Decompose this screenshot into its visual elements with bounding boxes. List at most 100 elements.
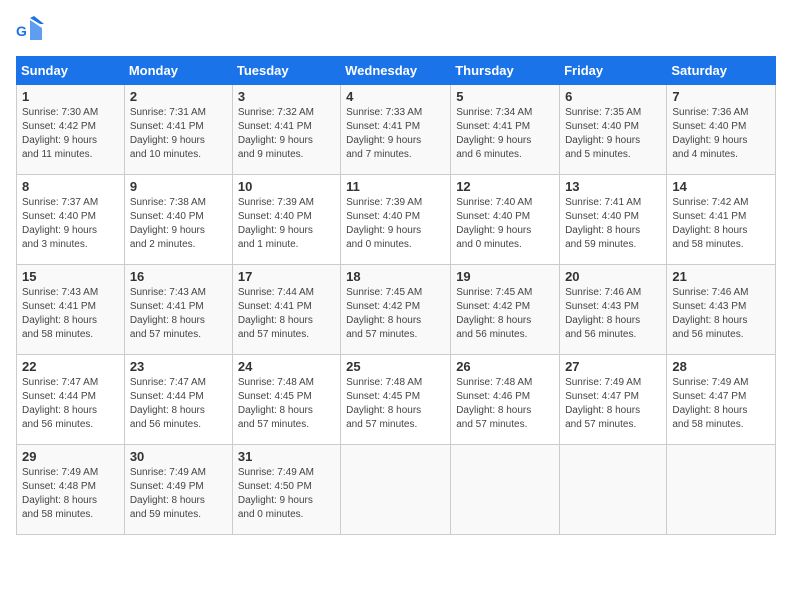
day-number: 24 bbox=[238, 359, 335, 374]
day-number: 13 bbox=[565, 179, 661, 194]
day-cell: 9 Sunrise: 7:38 AM Sunset: 4:40 PM Daylig… bbox=[124, 175, 232, 265]
day-number: 20 bbox=[565, 269, 661, 284]
day-number: 19 bbox=[456, 269, 554, 284]
day-cell: 25 Sunrise: 7:48 AM Sunset: 4:45 PM Dayli… bbox=[341, 355, 451, 445]
day-info: Sunrise: 7:49 AM Sunset: 4:47 PM Dayligh… bbox=[672, 376, 770, 432]
day-cell: 24 Sunrise: 7:48 AM Sunset: 4:45 PM Dayli… bbox=[232, 355, 340, 445]
day-number: 9 bbox=[130, 179, 227, 194]
page-header: G bbox=[16, 16, 776, 44]
day-info: Sunrise: 7:39 AM Sunset: 4:40 PM Dayligh… bbox=[238, 196, 335, 252]
day-info: Sunrise: 7:48 AM Sunset: 4:45 PM Dayligh… bbox=[238, 376, 335, 432]
day-info: Sunrise: 7:43 AM Sunset: 4:41 PM Dayligh… bbox=[22, 286, 119, 342]
day-info: Sunrise: 7:36 AM Sunset: 4:40 PM Dayligh… bbox=[672, 106, 770, 162]
day-cell: 18 Sunrise: 7:45 AM Sunset: 4:42 PM Dayli… bbox=[341, 265, 451, 355]
day-info: Sunrise: 7:46 AM Sunset: 4:43 PM Dayligh… bbox=[565, 286, 661, 342]
day-info: Sunrise: 7:45 AM Sunset: 4:42 PM Dayligh… bbox=[456, 286, 554, 342]
day-info: Sunrise: 7:45 AM Sunset: 4:42 PM Dayligh… bbox=[346, 286, 445, 342]
day-info: Sunrise: 7:48 AM Sunset: 4:46 PM Dayligh… bbox=[456, 376, 554, 432]
day-number: 10 bbox=[238, 179, 335, 194]
day-number: 14 bbox=[672, 179, 770, 194]
day-cell bbox=[341, 445, 451, 535]
day-info: Sunrise: 7:47 AM Sunset: 4:44 PM Dayligh… bbox=[22, 376, 119, 432]
week-row-2: 8 Sunrise: 7:37 AM Sunset: 4:40 PM Daylig… bbox=[17, 175, 776, 265]
logo: G bbox=[16, 16, 46, 44]
day-cell: 12Sunrise: 7:40 AM Sunset: 4:40 PM Dayli… bbox=[451, 175, 560, 265]
day-cell bbox=[667, 445, 776, 535]
day-number: 8 bbox=[22, 179, 119, 194]
day-cell: 15 Sunrise: 7:43 AM Sunset: 4:41 PM Dayli… bbox=[17, 265, 125, 355]
day-cell: 22Sunrise: 7:47 AM Sunset: 4:44 PM Dayli… bbox=[17, 355, 125, 445]
day-info: Sunrise: 7:46 AM Sunset: 4:43 PM Dayligh… bbox=[672, 286, 770, 342]
day-number: 1 bbox=[22, 89, 119, 104]
day-cell: 30Sunrise: 7:49 AM Sunset: 4:49 PM Dayli… bbox=[124, 445, 232, 535]
day-cell: 19 Sunrise: 7:45 AM Sunset: 4:42 PM Dayli… bbox=[451, 265, 560, 355]
day-info: Sunrise: 7:43 AM Sunset: 4:41 PM Dayligh… bbox=[130, 286, 227, 342]
day-number: 4 bbox=[346, 89, 445, 104]
day-cell: 14 Sunrise: 7:42 AM Sunset: 4:41 PM Dayli… bbox=[667, 175, 776, 265]
day-info: Sunrise: 7:49 AM Sunset: 4:50 PM Dayligh… bbox=[238, 466, 335, 522]
weekday-header-row: SundayMondayTuesdayWednesdayThursdayFrid… bbox=[17, 57, 776, 85]
day-cell bbox=[560, 445, 667, 535]
day-number: 16 bbox=[130, 269, 227, 284]
day-info: Sunrise: 7:33 AM Sunset: 4:41 PM Dayligh… bbox=[346, 106, 445, 162]
day-info: Sunrise: 7:39 AM Sunset: 4:40 PM Dayligh… bbox=[346, 196, 445, 252]
day-info: Sunrise: 7:44 AM Sunset: 4:41 PM Dayligh… bbox=[238, 286, 335, 342]
day-info: Sunrise: 7:32 AM Sunset: 4:41 PM Dayligh… bbox=[238, 106, 335, 162]
day-info: Sunrise: 7:49 AM Sunset: 4:47 PM Dayligh… bbox=[565, 376, 661, 432]
day-info: Sunrise: 7:48 AM Sunset: 4:45 PM Dayligh… bbox=[346, 376, 445, 432]
day-info: Sunrise: 7:41 AM Sunset: 4:40 PM Dayligh… bbox=[565, 196, 661, 252]
day-info: Sunrise: 7:37 AM Sunset: 4:40 PM Dayligh… bbox=[22, 196, 119, 252]
day-info: Sunrise: 7:42 AM Sunset: 4:41 PM Dayligh… bbox=[672, 196, 770, 252]
day-cell: 11 Sunrise: 7:39 AM Sunset: 4:40 PM Dayli… bbox=[341, 175, 451, 265]
day-number: 12 bbox=[456, 179, 554, 194]
day-cell: 2Sunrise: 7:31 AM Sunset: 4:41 PM Daylig… bbox=[124, 85, 232, 175]
day-cell: 27 Sunrise: 7:49 AM Sunset: 4:47 PM Dayli… bbox=[560, 355, 667, 445]
day-info: Sunrise: 7:47 AM Sunset: 4:44 PM Dayligh… bbox=[130, 376, 227, 432]
weekday-header-saturday: Saturday bbox=[667, 57, 776, 85]
day-cell: 7 Sunrise: 7:36 AM Sunset: 4:40 PM Daylig… bbox=[667, 85, 776, 175]
day-cell: 10 Sunrise: 7:39 AM Sunset: 4:40 PM Dayli… bbox=[232, 175, 340, 265]
day-number: 2 bbox=[130, 89, 227, 104]
day-cell: 20 Sunrise: 7:46 AM Sunset: 4:43 PM Dayli… bbox=[560, 265, 667, 355]
week-row-5: 29Sunrise: 7:49 AM Sunset: 4:48 PM Dayli… bbox=[17, 445, 776, 535]
day-cell: 6 Sunrise: 7:35 AM Sunset: 4:40 PM Daylig… bbox=[560, 85, 667, 175]
day-number: 23 bbox=[130, 359, 227, 374]
weekday-header-wednesday: Wednesday bbox=[341, 57, 451, 85]
day-info: Sunrise: 7:34 AM Sunset: 4:41 PM Dayligh… bbox=[456, 106, 554, 162]
day-info: Sunrise: 7:38 AM Sunset: 4:40 PM Dayligh… bbox=[130, 196, 227, 252]
day-info: Sunrise: 7:49 AM Sunset: 4:48 PM Dayligh… bbox=[22, 466, 119, 522]
day-cell: 23 Sunrise: 7:47 AM Sunset: 4:44 PM Dayli… bbox=[124, 355, 232, 445]
day-number: 15 bbox=[22, 269, 119, 284]
day-number: 5 bbox=[456, 89, 554, 104]
weekday-header-sunday: Sunday bbox=[17, 57, 125, 85]
day-number: 31 bbox=[238, 449, 335, 464]
day-cell bbox=[451, 445, 560, 535]
day-number: 26 bbox=[456, 359, 554, 374]
day-cell: 28Sunrise: 7:49 AM Sunset: 4:47 PM Dayli… bbox=[667, 355, 776, 445]
day-cell: 13 Sunrise: 7:41 AM Sunset: 4:40 PM Dayli… bbox=[560, 175, 667, 265]
weekday-header-monday: Monday bbox=[124, 57, 232, 85]
week-row-4: 22Sunrise: 7:47 AM Sunset: 4:44 PM Dayli… bbox=[17, 355, 776, 445]
day-cell: 17Sunrise: 7:44 AM Sunset: 4:41 PM Dayli… bbox=[232, 265, 340, 355]
day-number: 27 bbox=[565, 359, 661, 374]
day-number: 7 bbox=[672, 89, 770, 104]
day-cell: 8 Sunrise: 7:37 AM Sunset: 4:40 PM Daylig… bbox=[17, 175, 125, 265]
week-row-1: 1 Sunrise: 7:30 AM Sunset: 4:42 PM Daylig… bbox=[17, 85, 776, 175]
day-cell: 4 Sunrise: 7:33 AM Sunset: 4:41 PM Daylig… bbox=[341, 85, 451, 175]
weekday-header-tuesday: Tuesday bbox=[232, 57, 340, 85]
day-cell: 31 Sunrise: 7:49 AM Sunset: 4:50 PM Dayli… bbox=[232, 445, 340, 535]
day-number: 3 bbox=[238, 89, 335, 104]
day-cell: 21Sunrise: 7:46 AM Sunset: 4:43 PM Dayli… bbox=[667, 265, 776, 355]
day-number: 6 bbox=[565, 89, 661, 104]
day-cell: 29Sunrise: 7:49 AM Sunset: 4:48 PM Dayli… bbox=[17, 445, 125, 535]
day-info: Sunrise: 7:30 AM Sunset: 4:42 PM Dayligh… bbox=[22, 106, 119, 162]
day-number: 11 bbox=[346, 179, 445, 194]
day-number: 25 bbox=[346, 359, 445, 374]
day-number: 30 bbox=[130, 449, 227, 464]
day-cell: 5 Sunrise: 7:34 AM Sunset: 4:41 PM Daylig… bbox=[451, 85, 560, 175]
svg-text:G: G bbox=[16, 23, 27, 39]
day-info: Sunrise: 7:35 AM Sunset: 4:40 PM Dayligh… bbox=[565, 106, 661, 162]
day-cell: 1 Sunrise: 7:30 AM Sunset: 4:42 PM Daylig… bbox=[17, 85, 125, 175]
day-cell: 16 Sunrise: 7:43 AM Sunset: 4:41 PM Dayli… bbox=[124, 265, 232, 355]
day-number: 18 bbox=[346, 269, 445, 284]
